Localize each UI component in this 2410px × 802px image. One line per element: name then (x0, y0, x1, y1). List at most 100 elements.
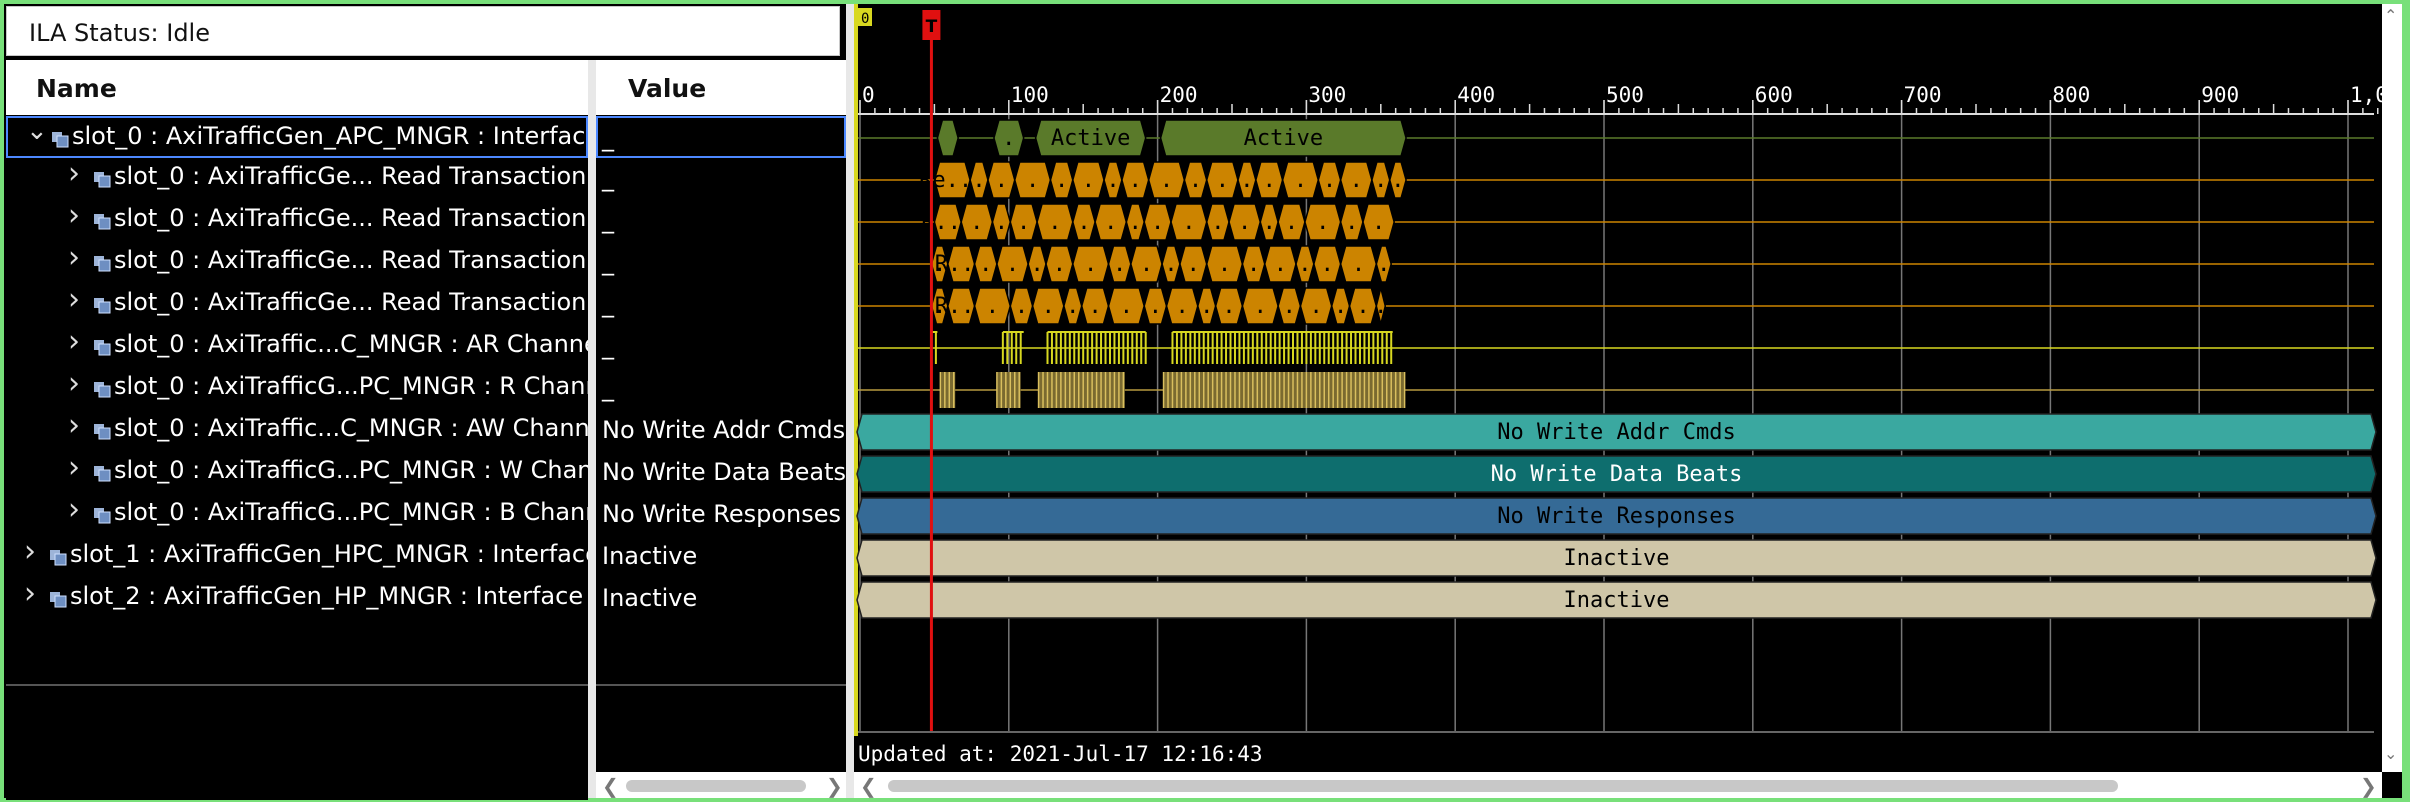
read-transaction-segment-label: . (1247, 252, 1260, 277)
read-transaction-segment: . (1143, 287, 1168, 325)
waveform-horizontal-scrollbar[interactable]: ❮ ❯ (854, 772, 2382, 798)
scroll-right-icon[interactable]: ❯ (826, 774, 843, 798)
chevron-right-icon[interactable]: › (24, 536, 42, 569)
read-transaction-segment-label: . (1218, 252, 1231, 277)
read-transaction-segment: . (1313, 245, 1342, 283)
read-transaction-segment-label: . (1106, 168, 1119, 193)
chevron-right-icon[interactable]: › (68, 284, 86, 317)
read-transaction-segment-label: . (1350, 168, 1363, 193)
interface-bus-segment-shape (936, 119, 959, 157)
chevron-right-icon[interactable]: › (68, 452, 86, 485)
chevron-down-icon[interactable]: ⌄ (26, 118, 48, 146)
read-transaction-segment: . (1107, 287, 1145, 325)
signal-value: No Write Addr Cmds (602, 416, 846, 444)
chevron-right-icon[interactable]: › (68, 368, 86, 401)
read-transaction-segment-label: . (1216, 168, 1229, 193)
interface-icon (94, 466, 111, 482)
read-transaction-segment-label: . (1377, 252, 1390, 277)
scrollbar-thumb[interactable] (626, 780, 806, 792)
signal-name: slot_0 : AxiTraffic...C_MNGR : AR Channe… (114, 330, 588, 358)
signal-row[interactable]: › slot_0 : AxiTrafficG...PC_MNGR : R Chan… (6, 368, 588, 410)
read-transaction-segment: . (1036, 203, 1074, 241)
read-transaction-segment-label: . (1356, 294, 1369, 319)
pane-splitter[interactable] (846, 4, 854, 798)
signal-row[interactable]: › slot_0 : AxiTrafficG...PC_MNGR : W Chan… (6, 452, 588, 494)
read-transaction-segment-label: . (1222, 294, 1235, 319)
read-transaction-segment: . (1295, 245, 1315, 283)
signal-value: _ (602, 164, 614, 192)
signal-row[interactable]: › slot_0 : AxiTraffic...C_MNGR : AW Chann… (6, 410, 588, 452)
waveform-viewer[interactable]: 0 100 200 300 400 500 600 700 800 900 1,000 0. Activ… (854, 4, 2382, 772)
read-transaction-segment-label: . (1042, 294, 1055, 319)
chevron-right-icon[interactable]: › (68, 200, 86, 233)
timeline-tick-label: 200 (1160, 83, 1198, 107)
value-column-header[interactable]: Value (596, 60, 846, 115)
read-transaction-segment-label: . (1015, 294, 1028, 319)
timeline-tick-label: 1,000 (2350, 83, 2382, 107)
read-transaction-segment: . (1374, 287, 1387, 325)
signal-row[interactable]: › slot_0 : AxiTrafficGe... Read Transacti… (6, 200, 588, 242)
scroll-left-icon[interactable]: ❮ (860, 774, 877, 798)
name-header-label: Name (36, 74, 117, 103)
read-transaction-segment-label: . (1160, 168, 1173, 193)
scrollbar-thumb[interactable] (888, 780, 2118, 792)
signal-row[interactable]: › slot_0 : AxiTrafficGe... Read Transacti… (6, 242, 588, 284)
timeline-tick-label: 400 (1457, 83, 1495, 107)
read-transaction-segment: . (1143, 203, 1172, 241)
value-header-label: Value (628, 74, 707, 103)
read-transaction-segment: . (969, 161, 989, 199)
read-transaction-segment: . (1072, 203, 1096, 241)
read-transaction-segment: . (1375, 245, 1392, 283)
read-transaction-segment-label: . (1129, 210, 1142, 235)
signal-row[interactable]: ⌄ slot_0 : AxiTrafficGen_APC_MNGR : Inter… (6, 116, 588, 158)
read-transaction-segment: . (996, 245, 1029, 283)
chevron-right-icon[interactable]: › (68, 242, 86, 275)
read-transaction-segment-label: . (1285, 210, 1298, 235)
signal-value: Inactive (602, 542, 698, 570)
chevron-right-icon[interactable]: › (68, 158, 86, 191)
signal-value: _ (596, 116, 846, 158)
timeline-tick-label: 600 (1755, 83, 1793, 107)
write-data-bus: No Write Data Beats (856, 455, 2377, 493)
read-transaction-segment: . (1130, 245, 1163, 283)
signal-row[interactable]: › slot_0 : AxiTrafficGe... Read Transacti… (6, 284, 588, 326)
read-transaction-segment-label: . (1240, 168, 1253, 193)
waveform-vertical-scrollbar[interactable]: ⌃ ⌄ (2382, 4, 2402, 772)
write-addr-bus: No Write Addr Cmds (856, 413, 2377, 451)
signal-row[interactable]: › slot_0 : AxiTrafficG...PC_MNGR : B Chan… (6, 494, 588, 536)
read-transaction-segment: . (1147, 161, 1186, 199)
timeline-tick-label: 0 (862, 83, 875, 107)
signal-row[interactable]: › slot_2 : AxiTrafficGen_HP_MNGR : Interf… (6, 578, 588, 620)
interface-bus-segment-label: Active (1244, 126, 1323, 151)
chevron-right-icon[interactable]: › (24, 578, 42, 611)
read-transaction-segment: . (1094, 203, 1128, 241)
read-transaction-segment-label: . (1082, 168, 1095, 193)
signal-row[interactable]: › slot_0 : AxiTraffic...C_MNGR : AR Chann… (6, 326, 588, 368)
signal-name: slot_0 : AxiTrafficGe... Read Transactio… (114, 288, 587, 316)
write-data-bus-label: No Write Data Beats (1491, 462, 1743, 487)
scroll-down-icon[interactable]: ⌄ (2384, 744, 2397, 763)
read-transaction-segment-label: . (1211, 210, 1224, 235)
read-transaction-segment-label: . (986, 294, 999, 319)
read-transaction-segment: . (1009, 203, 1038, 241)
column-splitter[interactable] (588, 60, 596, 798)
scroll-left-icon[interactable]: ❮ (602, 774, 619, 798)
ila-dashboard: ILA Status: Idle Name Value ⌄ slot_0 : Ax… (4, 4, 2402, 800)
scroll-right-icon[interactable]: ❯ (2360, 774, 2377, 798)
interface-icon (94, 298, 111, 314)
read-transaction-segment: . (1277, 287, 1302, 325)
read-transaction-segment-label: . (1104, 210, 1117, 235)
value-horizontal-scrollbar[interactable]: ❮ ❯ (596, 772, 846, 798)
signal-row[interactable]: › slot_0 : AxiTrafficGe... Read Transacti… (6, 158, 588, 200)
chevron-right-icon[interactable]: › (68, 494, 86, 527)
scroll-up-icon[interactable]: ⌃ (2384, 6, 2397, 25)
interface-icon (94, 172, 111, 188)
signal-row[interactable]: › slot_1 : AxiTrafficGen_HPC_MNGR : Inter… (6, 536, 588, 578)
signal-value: _ (602, 248, 614, 276)
read-transaction-segment: . (987, 161, 1016, 199)
chevron-right-icon[interactable]: › (68, 410, 86, 443)
chevron-right-icon[interactable]: › (68, 326, 86, 359)
name-column-header[interactable]: Name (6, 60, 588, 115)
read-transaction-segment-label: . (1120, 294, 1133, 319)
waveform-canvas[interactable]: 0 100 200 300 400 500 600 700 800 900 1,000 0. Activ… (854, 4, 2382, 772)
